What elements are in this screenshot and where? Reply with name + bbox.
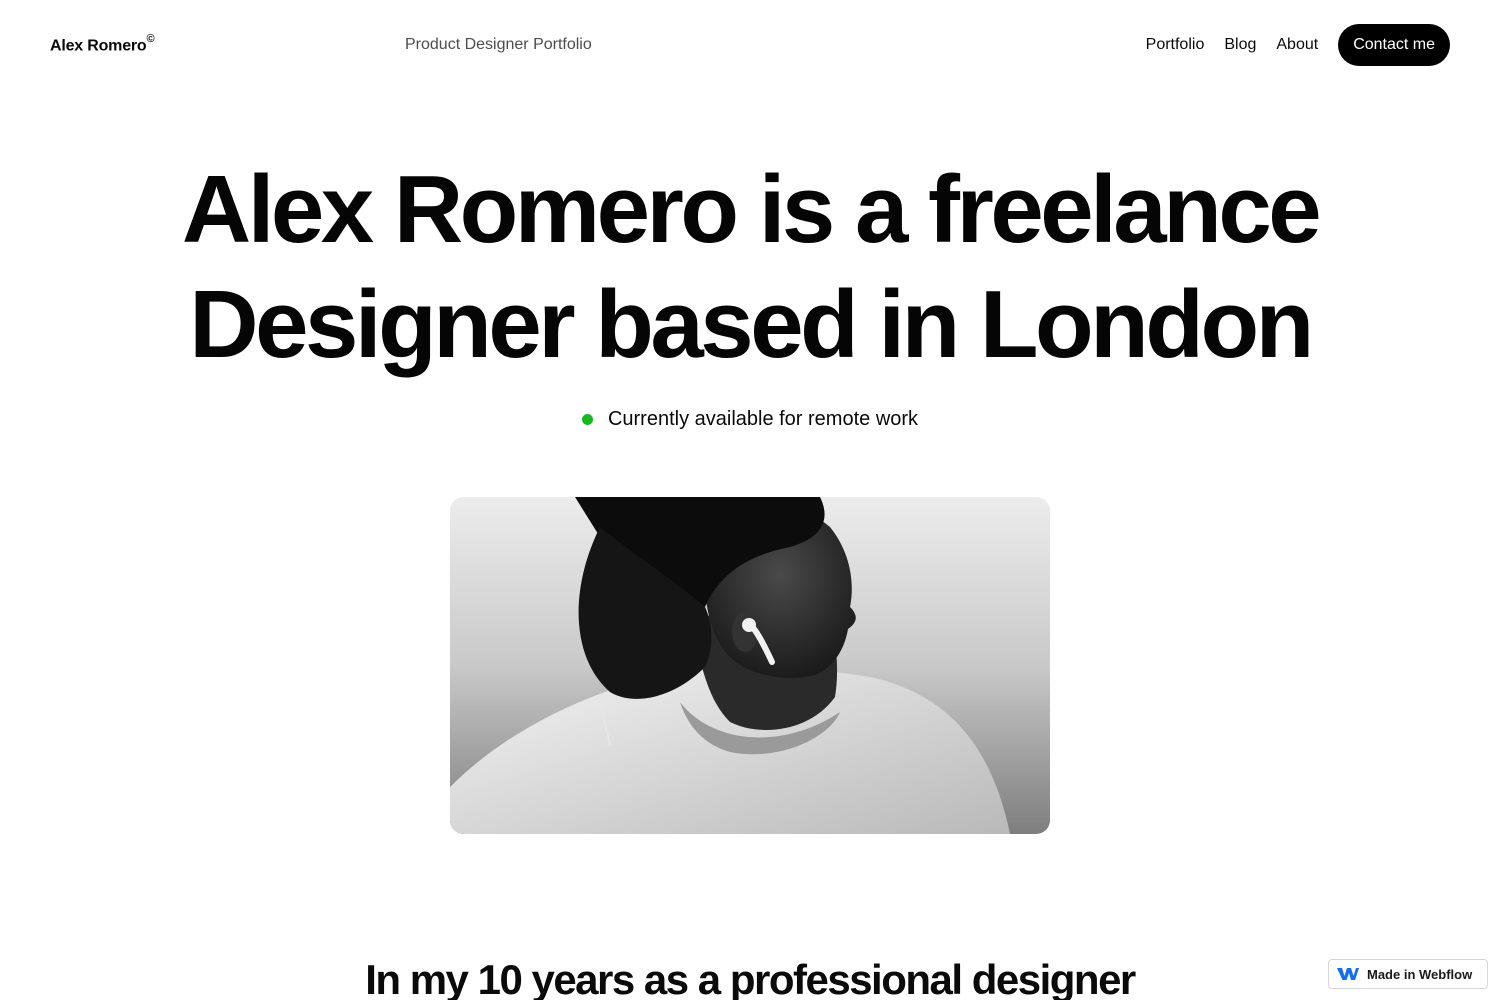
brand-logo[interactable]: Alex Romero© (50, 33, 155, 55)
intro-heading: In my 10 years as a professional designe… (365, 956, 1136, 1000)
header-tagline: Product Designer Portfolio (405, 36, 592, 53)
nav-link-blog[interactable]: Blog (1224, 36, 1256, 54)
hero-portrait-photo (450, 497, 1050, 834)
copyright-mark: © (146, 33, 155, 45)
availability-text: Currently available for remote work (607, 408, 919, 430)
site-header: Alex Romero© Product Designer Portfolio … (0, 0, 1500, 90)
made-in-webflow-badge[interactable]: Made in Webflow (1328, 959, 1488, 989)
status-dot-icon (581, 414, 593, 425)
portrait-illustration (450, 497, 1050, 834)
page: Alex Romero© Product Designer Portfolio … (0, 0, 1500, 1000)
hero-title: Alex Romero is a freelance Designer base… (0, 152, 1500, 382)
webflow-logo-icon (1337, 968, 1359, 980)
brand-name: Alex Romero (50, 37, 147, 55)
nav-link-portfolio[interactable]: Portfolio (1146, 36, 1205, 54)
hero-title-line-2: Designer based in London (189, 271, 1314, 378)
badge-label: Made in Webflow (1367, 966, 1473, 982)
availability-status: Currently available for remote work (0, 408, 1500, 431)
nav-link-about[interactable]: About (1276, 36, 1318, 54)
hero-title-line-1: Alex Romero is a freelance (181, 156, 1322, 263)
main-nav: Portfolio Blog About Contact me (1146, 24, 1450, 66)
contact-me-button[interactable]: Contact me (1338, 24, 1450, 66)
